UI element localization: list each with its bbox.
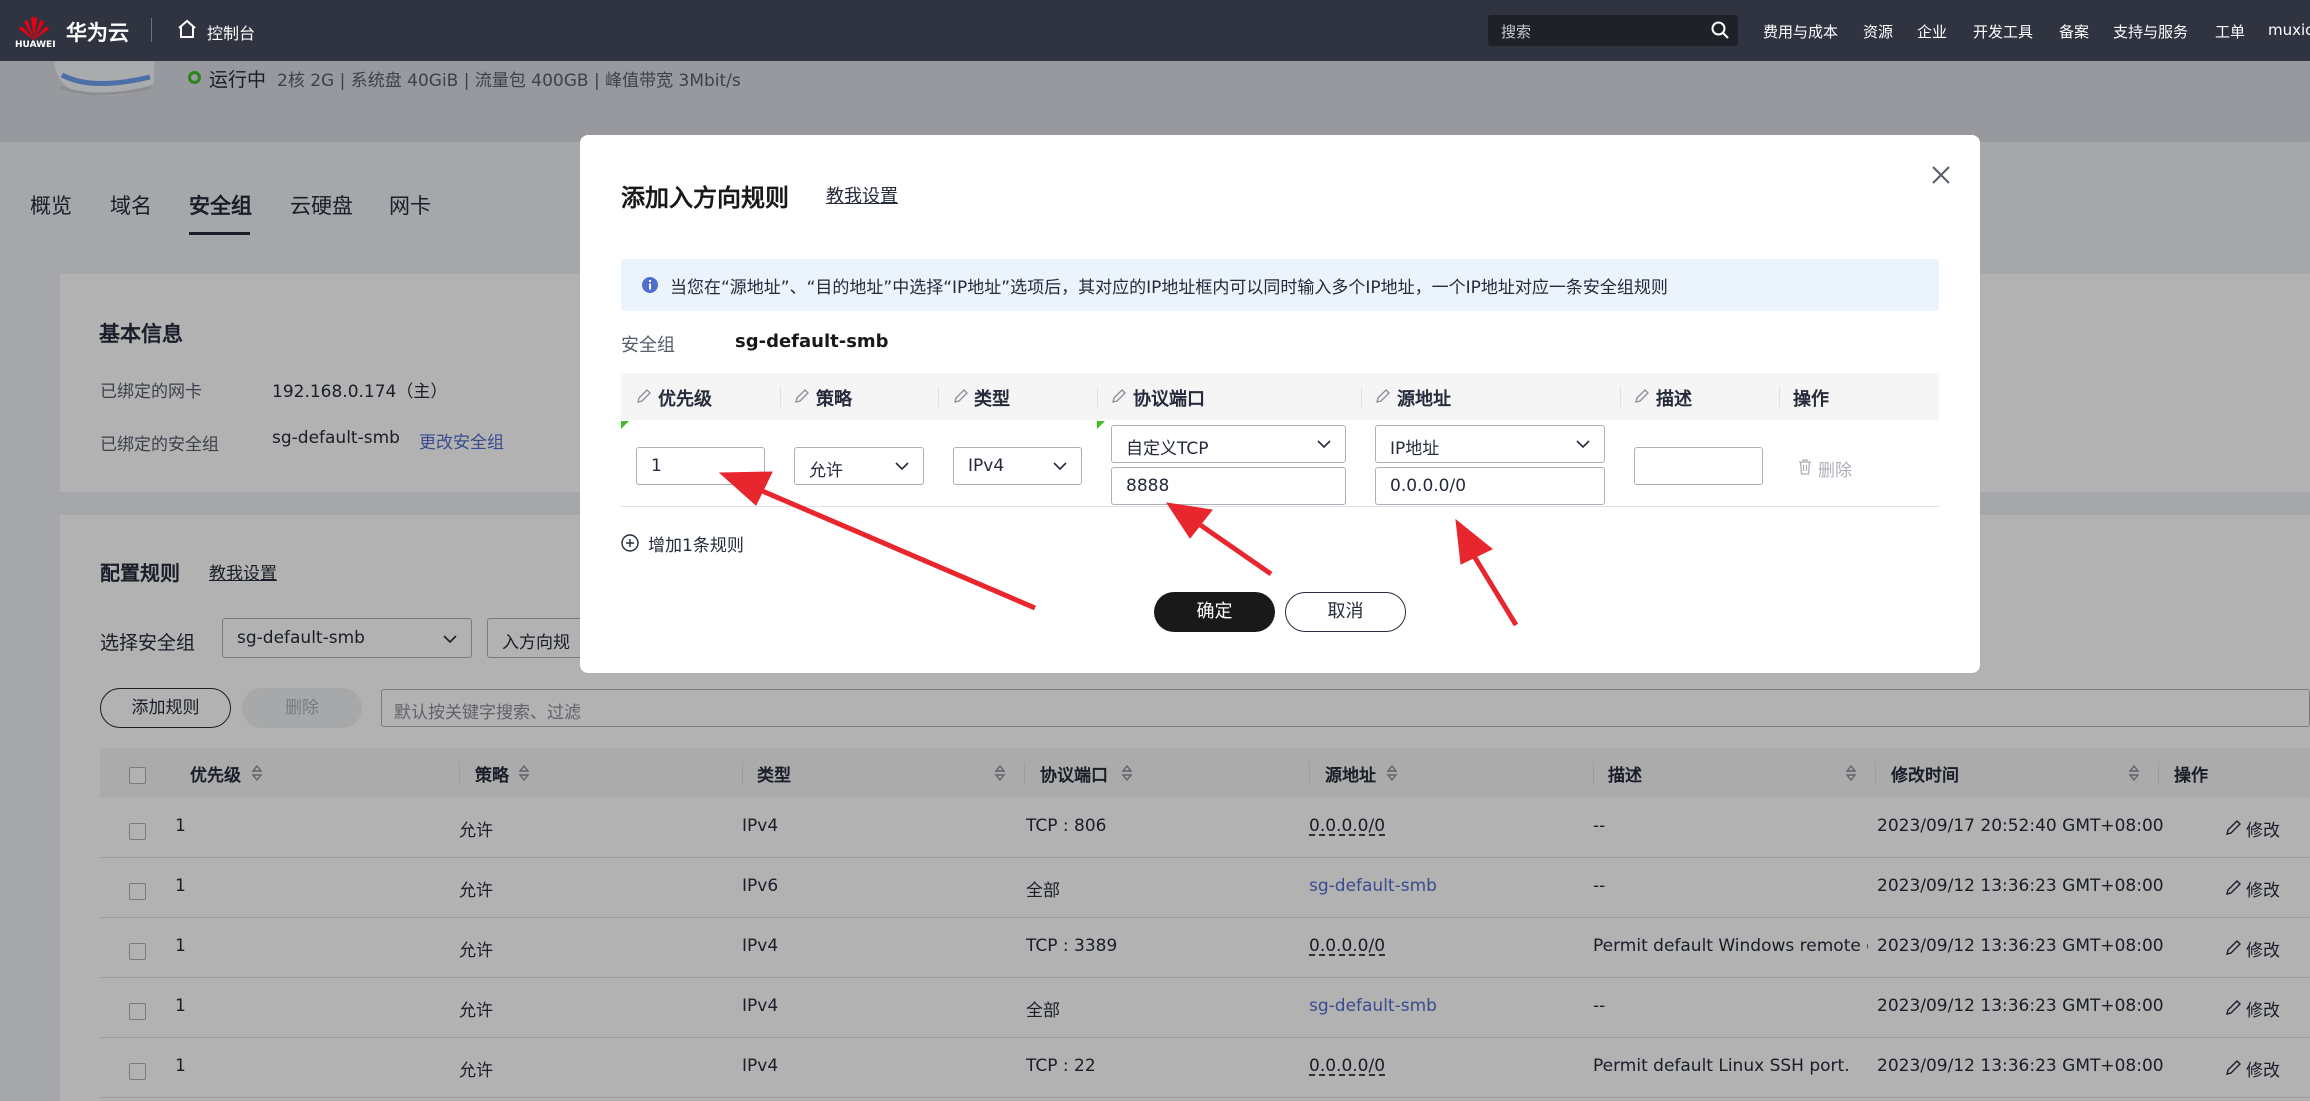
pencil-icon [1112,389,1126,403]
nav-resources[interactable]: 资源 [1863,21,1893,42]
description-input[interactable] [1634,447,1763,485]
nav-tickets[interactable]: 工单 [2215,21,2245,42]
top-nav-bar: HUAWEI 华为云 控制台 搜索 费用与成本 资源 企业 开发工具 备案 支持… [0,0,2310,61]
modified-marker [1097,421,1105,429]
col-divider [1620,387,1621,407]
search-placeholder: 搜索 [1501,23,1532,41]
priority-value: 1 [651,456,662,476]
source-type-value: IP地址 [1390,439,1440,459]
delete-row-link[interactable]: 删除 [1818,456,1852,481]
pencil-icon [795,389,809,403]
cancel-button[interactable]: 取消 [1285,592,1406,632]
source-address-input[interactable]: 0.0.0.0/0 [1375,467,1605,505]
chevron-down-icon [895,462,909,471]
type-select[interactable]: IPv4 [953,447,1082,485]
policy-select[interactable]: 允许 [794,447,924,485]
priority-input[interactable]: 1 [636,447,765,485]
pencil-icon [637,389,651,403]
col-divider [780,387,781,407]
info-banner: 当您在“源地址”、“目的地址”中选择“IP地址”选项后，其对应的IP地址框内可以… [621,259,1939,311]
protocol-value: 自定义TCP [1126,439,1209,459]
dialog-col-description: 描述 [1656,389,1692,410]
nav-enterprise[interactable]: 企业 [1917,21,1947,42]
dialog-sg-value: sg-default-smb [735,331,889,352]
protocol-select[interactable]: 自定义TCP [1111,425,1346,463]
dialog-col-source: 源地址 [1397,389,1451,410]
nav-devtools[interactable]: 开发工具 [1973,21,2033,42]
port-input[interactable]: 8888 [1111,467,1346,505]
modified-marker [621,421,629,429]
dialog-col-type: 类型 [974,389,1010,410]
global-search-input[interactable]: 搜索 [1488,15,1738,46]
pencil-icon [954,389,968,403]
port-value: 8888 [1126,476,1170,496]
nav-filing[interactable]: 备案 [2059,21,2089,42]
source-address-value: 0.0.0.0/0 [1390,476,1467,496]
col-divider [938,387,939,407]
trash-icon[interactable] [1797,458,1813,476]
add-circle-icon[interactable] [621,534,639,552]
add-one-rule-link[interactable]: 增加1条规则 [648,531,744,556]
console-link[interactable]: 控制台 [207,20,255,44]
info-text: 当您在“源地址”、“目的地址”中选择“IP地址”选项后，其对应的IP地址框内可以… [670,278,1668,298]
info-icon [642,277,658,293]
close-icon[interactable] [1930,164,1952,186]
col-divider [1097,387,1098,407]
confirm-button[interactable]: 确定 [1154,592,1275,632]
nav-user[interactable]: muxio [2268,21,2310,39]
brand-name[interactable]: 华为云 [66,17,129,47]
type-value: IPv4 [968,456,1005,476]
nav-divider [151,18,152,42]
search-icon[interactable] [1710,20,1730,40]
col-divider [1361,387,1362,407]
nav-support[interactable]: 支持与服务 [2113,21,2188,42]
chevron-down-icon [1053,462,1067,471]
dialog-col-port: 协议端口 [1133,389,1205,410]
dialog-teach-link[interactable]: 教我设置 [826,182,898,208]
pencil-icon [1376,389,1390,403]
pencil-icon [1635,389,1649,403]
col-divider [1779,387,1780,407]
chevron-down-icon [1317,440,1331,449]
dialog-col-priority: 优先级 [658,389,712,410]
home-icon[interactable] [176,18,198,40]
dialog-title: 添加入方向规则 [621,184,789,212]
add-inbound-rule-dialog: 添加入方向规则 教我设置 当您在“源地址”、“目的地址”中选择“IP地址”选项后… [580,135,1980,673]
policy-value: 允许 [809,461,843,481]
chevron-down-icon [1576,440,1590,449]
logo-text: HUAWEI [15,40,56,50]
nav-cost[interactable]: 费用与成本 [1763,21,1838,42]
dialog-sg-label: 安全组 [621,335,675,356]
dialog-col-policy: 策略 [816,389,852,410]
source-type-select[interactable]: IP地址 [1375,425,1605,463]
dialog-col-actions: 操作 [1793,389,1829,410]
